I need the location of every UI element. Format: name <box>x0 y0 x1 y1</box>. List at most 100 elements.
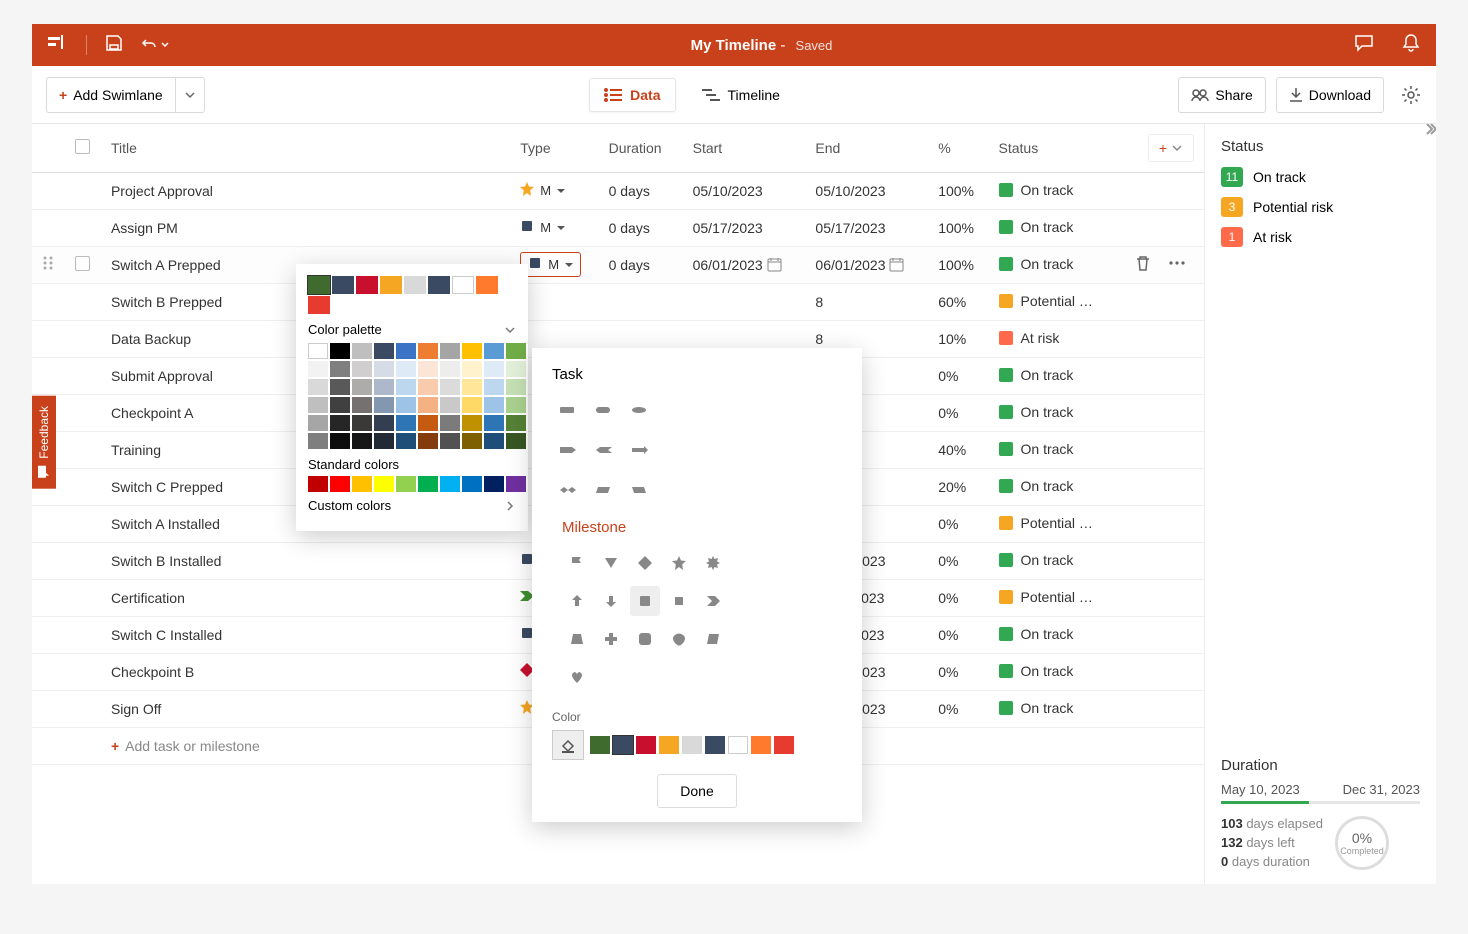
drag-handle[interactable] <box>32 246 64 283</box>
color-swatch[interactable] <box>308 296 330 314</box>
pct-cell[interactable]: 0% <box>928 690 988 727</box>
color-swatch[interactable] <box>308 361 328 377</box>
color-swatch[interactable] <box>330 343 350 359</box>
status-chip[interactable]: Potential … <box>999 589 1093 605</box>
color-swatch[interactable] <box>484 343 504 359</box>
milestone-shape-down[interactable] <box>596 586 626 616</box>
task-shape-option[interactable] <box>588 435 618 465</box>
color-swatch[interactable] <box>462 415 482 431</box>
drag-handle[interactable] <box>32 209 64 246</box>
pct-cell[interactable]: 0% <box>928 616 988 653</box>
col-pct[interactable]: % <box>928 124 988 172</box>
task-shape-option[interactable] <box>624 395 654 425</box>
pct-cell[interactable]: 0% <box>928 357 988 394</box>
collapse-icon[interactable] <box>1420 124 1436 138</box>
color-swatch[interactable] <box>352 379 372 395</box>
status-chip[interactable]: On track <box>999 404 1074 420</box>
pct-cell[interactable]: 0% <box>928 394 988 431</box>
color-swatch[interactable] <box>308 476 328 492</box>
color-swatch[interactable] <box>659 736 679 754</box>
color-swatch[interactable] <box>476 276 498 294</box>
row-checkbox[interactable] <box>64 653 101 690</box>
status-chip[interactable]: On track <box>999 182 1074 198</box>
milestone-shape-chevron[interactable] <box>698 586 728 616</box>
bell-icon[interactable] <box>1402 33 1420 58</box>
col-status[interactable]: Status <box>989 124 1118 172</box>
status-chip[interactable]: On track <box>999 256 1074 272</box>
color-swatch[interactable] <box>374 433 394 449</box>
color-swatch[interactable] <box>374 397 394 413</box>
table-row[interactable]: Switch B Prepped 8 60% Potential … <box>32 283 1204 320</box>
color-swatch[interactable] <box>396 433 416 449</box>
color-swatch[interactable] <box>308 276 330 294</box>
color-swatch[interactable] <box>636 736 656 754</box>
fill-tool-button[interactable] <box>552 730 584 760</box>
color-swatch[interactable] <box>506 343 526 359</box>
col-checkbox[interactable] <box>64 124 101 172</box>
color-swatch[interactable] <box>440 343 460 359</box>
pct-cell[interactable]: 0% <box>928 505 988 542</box>
status-chip[interactable]: On track <box>999 478 1074 494</box>
row-checkbox[interactable] <box>64 542 101 579</box>
color-swatch[interactable] <box>330 433 350 449</box>
type-cell[interactable]: M <box>520 182 565 199</box>
task-shape-option[interactable] <box>624 435 654 465</box>
color-swatch[interactable] <box>330 415 350 431</box>
color-swatch[interactable] <box>428 276 450 294</box>
comment-icon[interactable] <box>1354 34 1374 57</box>
download-button[interactable]: Download <box>1276 77 1384 113</box>
start-cell[interactable]: 06/01/2023 <box>683 246 806 283</box>
milestone-shape-square[interactable] <box>630 586 660 616</box>
start-cell[interactable]: 05/17/2023 <box>683 209 806 246</box>
title-cell[interactable]: Switch B Installed <box>101 542 510 579</box>
color-swatch[interactable] <box>374 379 394 395</box>
end-cell[interactable]: 05/10/2023 <box>805 172 928 209</box>
color-swatch[interactable] <box>774 736 794 754</box>
drag-handle[interactable] <box>32 616 64 653</box>
status-chip[interactable]: On track <box>999 552 1074 568</box>
end-cell[interactable]: 8 <box>805 283 928 320</box>
drag-handle[interactable] <box>32 320 64 357</box>
title-cell[interactable]: Assign PM <box>101 209 510 246</box>
status-chip[interactable]: On track <box>999 367 1074 383</box>
status-chip[interactable]: On track <box>999 663 1074 679</box>
task-shape-option[interactable] <box>552 475 582 505</box>
color-swatch[interactable] <box>751 736 771 754</box>
drag-handle[interactable] <box>32 505 64 542</box>
milestone-shape-tri-down[interactable] <box>596 548 626 578</box>
status-chip[interactable]: On track <box>999 700 1074 716</box>
app-icon[interactable] <box>48 35 68 56</box>
color-swatch[interactable] <box>452 276 474 294</box>
undo-icon[interactable] <box>141 37 169 53</box>
color-swatch[interactable] <box>728 736 748 754</box>
color-swatch[interactable] <box>396 343 416 359</box>
end-cell[interactable]: 05/17/2023 <box>805 209 928 246</box>
pct-cell[interactable]: 10% <box>928 320 988 357</box>
color-swatch[interactable] <box>308 397 328 413</box>
color-swatch[interactable] <box>484 397 504 413</box>
start-cell[interactable]: 05/10/2023 <box>683 172 806 209</box>
row-checkbox[interactable] <box>64 172 101 209</box>
color-swatch[interactable] <box>396 415 416 431</box>
row-checkbox[interactable] <box>64 394 101 431</box>
pct-cell[interactable]: 100% <box>928 246 988 283</box>
color-swatch[interactable] <box>484 379 504 395</box>
status-chip[interactable]: Potential … <box>999 293 1093 309</box>
row-checkbox[interactable] <box>64 357 101 394</box>
color-swatch[interactable] <box>380 276 402 294</box>
color-swatch[interactable] <box>352 343 372 359</box>
pct-cell[interactable]: 40% <box>928 431 988 468</box>
duration-cell[interactable]: 0 days <box>599 209 683 246</box>
status-summary-item[interactable]: 3Potential risk <box>1221 197 1420 217</box>
title-cell[interactable]: Sign Off <box>101 690 510 727</box>
table-row[interactable]: Assign PM M 0 days 05/17/2023 05/17/2023… <box>32 209 1204 246</box>
milestone-shape-burst[interactable] <box>698 548 728 578</box>
color-swatch[interactable] <box>404 276 426 294</box>
status-chip[interactable]: At risk <box>999 330 1060 346</box>
color-swatch[interactable] <box>352 433 372 449</box>
col-type[interactable]: Type <box>510 124 598 172</box>
milestone-shape-para[interactable] <box>698 624 728 654</box>
pct-cell[interactable]: 60% <box>928 283 988 320</box>
color-swatch[interactable] <box>462 397 482 413</box>
color-swatch[interactable] <box>506 415 526 431</box>
